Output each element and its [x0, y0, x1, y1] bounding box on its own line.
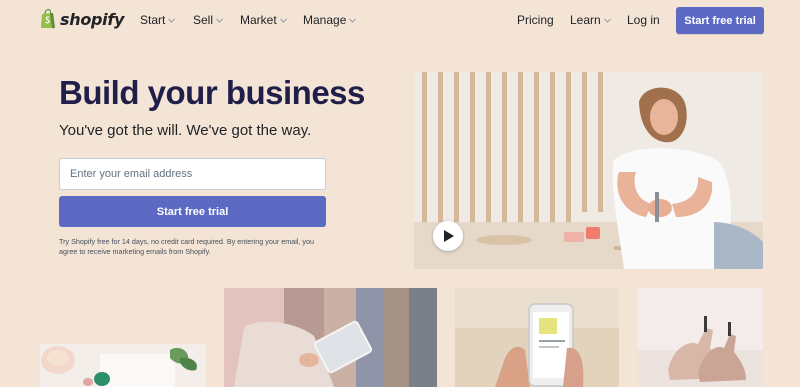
- video-still-image: [414, 72, 763, 269]
- shopify-logo[interactable]: shopify: [40, 9, 124, 29]
- top-navigation: shopify Start Sell Market Manage Pricing…: [0, 0, 800, 40]
- chevron-down-icon: [603, 18, 611, 23]
- tablet-clothing-rack-photo: [224, 288, 437, 387]
- play-icon: [444, 230, 454, 242]
- email-field[interactable]: [59, 158, 326, 190]
- signup-disclaimer: Try Shopify free for 14 days, no credit …: [59, 237, 315, 256]
- nav-sell[interactable]: Sell: [193, 13, 223, 27]
- nav-pricing-label: Pricing: [517, 13, 554, 27]
- nav-manage-label: Manage: [303, 13, 347, 27]
- nav-learn[interactable]: Learn: [570, 13, 611, 27]
- nav-log-in[interactable]: Log in: [627, 13, 660, 27]
- chevron-down-icon: [168, 18, 176, 23]
- nav-pricing[interactable]: Pricing: [517, 13, 554, 27]
- shoes-photo: [638, 288, 763, 387]
- nav-learn-label: Learn: [570, 13, 601, 27]
- nav-manage[interactable]: Manage: [303, 13, 357, 27]
- nav-log-in-label: Log in: [627, 13, 660, 27]
- chevron-down-icon: [349, 18, 357, 23]
- chevron-down-icon: [279, 18, 287, 23]
- hero-subtitle: You've got the will. We've got the way.: [59, 122, 312, 139]
- logo-wordmark: shopify: [60, 9, 125, 29]
- hero-title: Build your business: [59, 74, 365, 111]
- nav-start[interactable]: Start: [140, 13, 176, 27]
- chevron-down-icon: [216, 18, 223, 23]
- nav-sell-label: Sell: [193, 13, 214, 27]
- nav-market[interactable]: Market: [240, 13, 287, 27]
- desk-flatlay-photo: [40, 344, 206, 387]
- nav-market-label: Market: [240, 13, 277, 27]
- phone-in-hand-photo: [455, 288, 619, 387]
- start-free-trial-button[interactable]: Start free trial: [59, 196, 326, 227]
- nav-start-label: Start: [140, 13, 166, 27]
- nav-start-free-trial-button[interactable]: Start free trial: [676, 7, 764, 34]
- hero-video[interactable]: [414, 72, 763, 269]
- shopify-bag-icon: [41, 9, 55, 29]
- video-play-button[interactable]: [433, 221, 463, 251]
